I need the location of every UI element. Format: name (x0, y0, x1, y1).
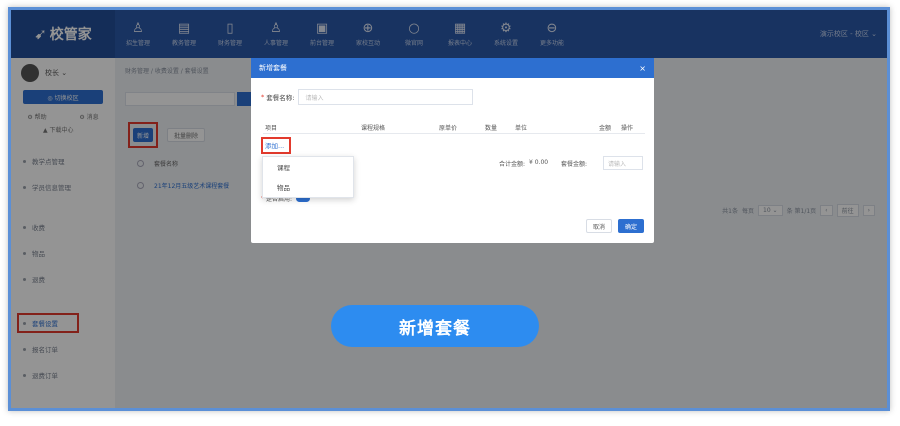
col-unit: 单位 (515, 125, 528, 132)
dropdown-option-course[interactable]: 课程 (263, 157, 353, 177)
dialog-header: 新增套餐 × (251, 58, 654, 78)
package-amount-label: 套餐金额: (561, 161, 588, 168)
confirm-button[interactable]: 确定 (618, 219, 644, 233)
feature-banner: 新增套餐 (331, 305, 539, 347)
dialog-title: 新增套餐 (259, 64, 287, 72)
col-unit-price: 原单价 (439, 125, 458, 132)
app-window: ➹ 校管家 ♙ 招生管理 ▤ 教务管理 ▯ 财务管理 ♙ 人事管理 ▣ 前台管理 ⊕ 家校互动 ○ 微官网… (11, 10, 887, 408)
cancel-button[interactable]: 取消 (586, 219, 612, 233)
package-name-label: 套餐名称: (266, 94, 295, 102)
col-quantity: 数量 (485, 125, 498, 132)
col-action: 操作 (621, 125, 634, 132)
col-item: 项目 (265, 125, 278, 132)
dropdown-option-goods[interactable]: 物品 (263, 177, 353, 197)
items-table-header: 项目 课程规格 原单价 数量 单位 金额 操作 (263, 120, 645, 134)
col-amount: 金额 (599, 125, 612, 132)
package-name-row: * 套餐名称: 请输入 (261, 89, 474, 105)
add-link-highlight (261, 137, 291, 154)
close-icon[interactable]: × (639, 64, 646, 73)
package-amount-input[interactable]: 请输入 (603, 156, 643, 170)
package-name-input[interactable]: 请输入 (298, 89, 474, 105)
add-item-dropdown: 课程 物品 (262, 156, 354, 198)
col-spec: 课程规格 (361, 125, 386, 132)
required-mark: * (261, 93, 265, 101)
new-package-dialog: 新增套餐 × * 套餐名称: 请输入 项目 课程规格 原单价 数量 单位 金额 … (251, 58, 654, 243)
dialog-footer: 取消 确定 (586, 219, 644, 233)
total-label: 合计金额: (499, 161, 526, 168)
total-value: ¥ 0.00 (529, 159, 549, 166)
screenshot-frame: ➹ 校管家 ♙ 招生管理 ▤ 教务管理 ▯ 财务管理 ♙ 人事管理 ▣ 前台管理 ⊕ 家校互动 ○ 微官网… (8, 7, 890, 411)
